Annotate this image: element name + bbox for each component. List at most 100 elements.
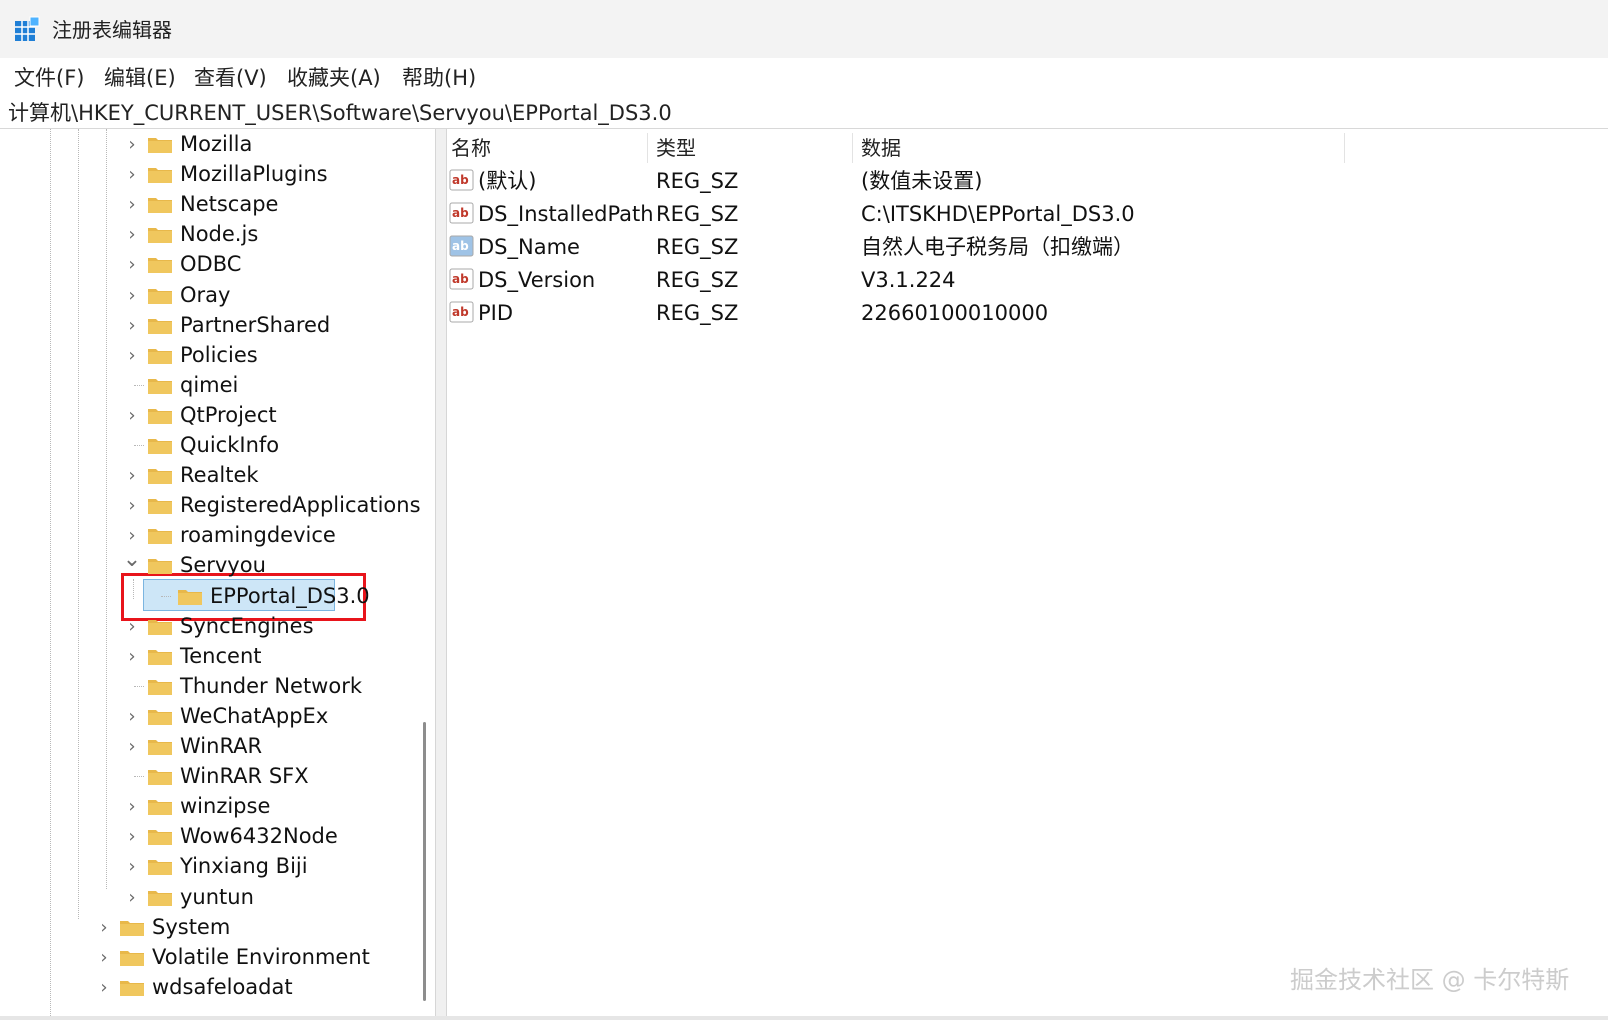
tree-node[interactable]: › System [0,912,420,943]
chevron-right-icon[interactable]: › [122,641,142,672]
chevron-right-icon[interactable]: › [122,701,142,732]
chevron-right-icon[interactable]: › [122,460,142,491]
address-path[interactable]: 计算机\HKEY_CURRENT_USER\Software\Servyou\E… [8,97,672,127]
tree-node-label[interactable]: EPPortal_DS3.0 [210,582,370,610]
chevron-right-icon[interactable]: › [122,340,142,371]
tree-node-label[interactable]: wdsafeloadat [152,973,293,1001]
chevron-right-icon[interactable]: › [122,310,142,341]
tree-node[interactable]: › Node.js [0,219,420,250]
tree-node[interactable]: WinRAR SFX [0,761,420,792]
menu-favorites[interactable]: 收藏夹(A) [287,62,381,92]
tree-node[interactable]: › WinRAR [0,731,420,762]
tree-node[interactable]: EPPortal_DS3.0 [0,581,420,612]
tree-node[interactable]: ⌄ Servyou [0,547,420,581]
chevron-right-icon[interactable]: › [122,249,142,280]
tree-node[interactable]: › Yinxiang Biji [0,851,420,882]
chevron-right-icon[interactable]: › [122,731,142,762]
tree-node-label[interactable]: QtProject [180,401,277,429]
tree-node-label[interactable]: Netscape [180,190,278,218]
chevron-right-icon[interactable]: › [122,280,142,311]
tree-node-label[interactable]: PartnerShared [180,311,330,339]
tree-scrollbar-thumb[interactable] [423,722,426,1001]
chevron-right-icon[interactable]: › [122,821,142,852]
tree-node[interactable]: Thunder Network [0,671,420,702]
chevron-right-icon[interactable]: › [122,611,142,642]
chevron-right-icon[interactable]: › [122,129,142,160]
chevron-right-icon[interactable]: › [122,189,142,220]
column-header-name[interactable]: 名称 [451,129,491,167]
tree-node[interactable]: › Volatile Environment [0,942,420,973]
tree-node[interactable]: › Wow6432Node [0,821,420,852]
tree-node-label[interactable]: Mozilla [180,130,252,158]
tree-node-label[interactable]: qimei [180,371,238,399]
tree-node-label[interactable]: Realtek [180,461,259,489]
tree-node[interactable]: › SyncEngines [0,611,420,642]
tree-node[interactable]: QuickInfo [0,430,420,461]
tree-node-label[interactable]: Tencent [180,642,262,670]
chevron-right-icon[interactable]: › [122,219,142,250]
column-header-data[interactable]: 数据 [861,129,901,167]
value-row[interactable]: ab DS_Name REG_SZ 自然人电子税务局（扣缴端） [447,231,1447,264]
tree-node-label[interactable]: RegisteredApplications [180,491,421,519]
tree-node-label[interactable]: Volatile Environment [152,943,370,971]
tree-node-label[interactable]: MozillaPlugins [180,160,328,188]
address-bar[interactable]: 计算机\HKEY_CURRENT_USER\Software\Servyou\E… [0,92,1608,129]
tree-node[interactable]: › MozillaPlugins [0,159,420,190]
value-row[interactable]: ab DS_InstalledPath REG_SZ C:\ITSKHD\EPPort… [447,198,1447,231]
tree-node[interactable]: › roamingdevice [0,520,420,551]
tree-node[interactable]: › WeChatAppEx [0,701,420,732]
tree-node[interactable]: › QtProject [0,400,420,431]
column-divider[interactable] [647,133,648,163]
tree-node-label[interactable]: yuntun [180,883,254,911]
value-row[interactable]: ab DS_Version REG_SZ V3.1.224 [447,264,1447,297]
column-divider[interactable] [1344,133,1345,163]
tree-node-label[interactable]: winzipse [180,792,270,820]
values-pane[interactable]: 名称 类型 数据 ab (默认) REG_SZ (数值未设置) ab DS_Install… [447,129,1608,1020]
tree-node-label[interactable]: Policies [180,341,258,369]
chevron-right-icon[interactable]: › [122,490,142,521]
chevron-right-icon[interactable]: › [94,912,114,943]
tree-node-label[interactable]: QuickInfo [180,431,279,459]
tree-node[interactable]: › Netscape [0,189,420,220]
tree-node-label[interactable]: Yinxiang Biji [180,852,308,880]
column-divider[interactable] [852,133,853,163]
tree-node-label[interactable]: Oray [180,281,230,309]
column-header-type[interactable]: 类型 [656,129,696,167]
tree-node[interactable]: › Policies [0,340,420,371]
pane-splitter[interactable] [435,129,447,1020]
tree-node[interactable]: › Realtek [0,460,420,491]
tree-node[interactable]: › winzipse [0,791,420,822]
chevron-right-icon[interactable]: › [122,851,142,882]
menu-file[interactable]: 文件(F) [14,62,84,92]
tree-node-label[interactable]: WinRAR SFX [180,762,309,790]
tree-node[interactable]: › PartnerShared [0,310,420,341]
menu-edit[interactable]: 编辑(E) [104,62,176,92]
tree-node[interactable]: › Mozilla [0,129,420,160]
chevron-right-icon[interactable]: › [94,972,114,1003]
tree-node-label[interactable]: System [152,913,230,941]
chevron-right-icon[interactable]: › [94,942,114,973]
value-row[interactable]: ab (默认) REG_SZ (数值未设置) [447,165,1447,198]
chevron-right-icon[interactable]: › [122,400,142,431]
tree-node-label[interactable]: SyncEngines [180,612,314,640]
tree-node[interactable]: › Oray [0,280,420,311]
tree-node-label[interactable]: Wow6432Node [180,822,338,850]
value-row[interactable]: ab PID REG_SZ 22660100010000 [447,297,1447,330]
menu-view[interactable]: 查看(V) [194,62,267,92]
tree-node[interactable]: › RegisteredApplications [0,490,420,521]
tree-node-label[interactable]: Node.js [180,220,258,248]
tree-node[interactable]: › Tencent [0,641,420,672]
tree-node-label[interactable]: ODBC [180,250,241,278]
tree-node-label[interactable]: roamingdevice [180,521,336,549]
tree-node-label[interactable]: Servyou [180,551,266,579]
tree-node[interactable]: › ODBC [0,249,420,280]
tree-node-label[interactable]: Thunder Network [180,672,362,700]
chevron-right-icon[interactable]: › [122,791,142,822]
menu-help[interactable]: 帮助(H) [402,62,476,92]
chevron-right-icon[interactable]: › [122,159,142,190]
tree-node-label[interactable]: WeChatAppEx [180,702,328,730]
tree-node-label[interactable]: WinRAR [180,732,262,760]
tree-node[interactable]: qimei [0,370,420,401]
chevron-down-icon[interactable]: ⌄ [122,544,142,575]
chevron-right-icon[interactable]: › [122,882,142,913]
